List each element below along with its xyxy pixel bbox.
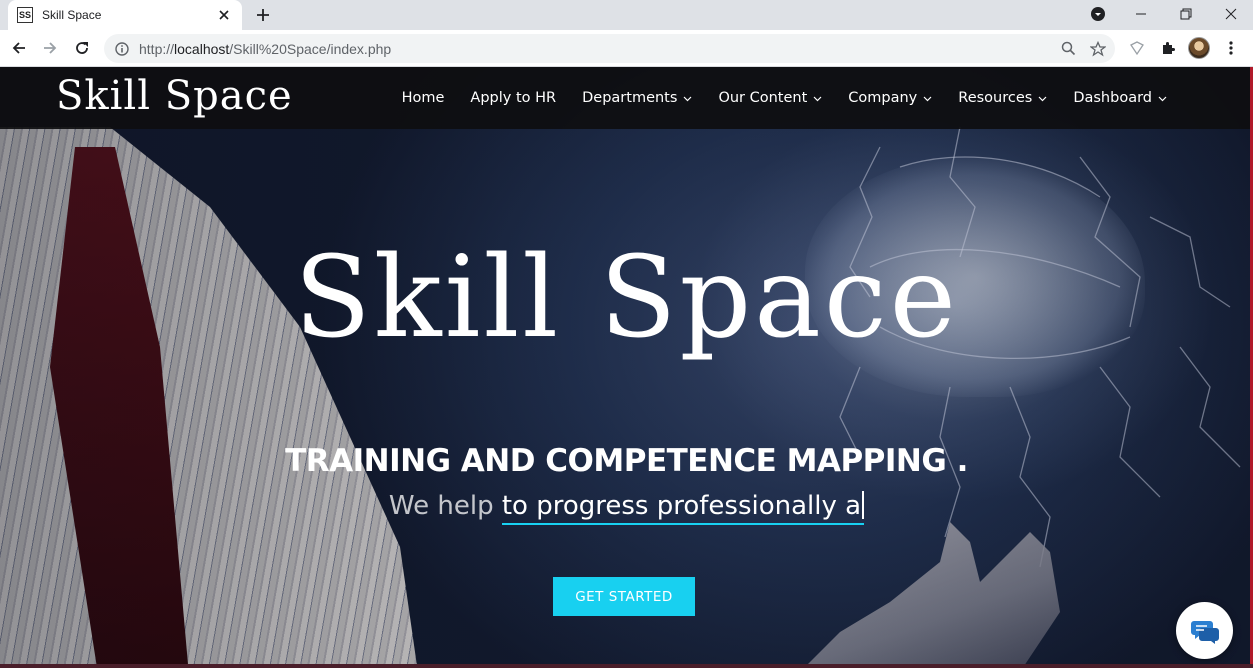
page-bottom-edge <box>0 664 1253 668</box>
info-icon[interactable] <box>114 41 130 57</box>
url-host: localhost <box>174 40 230 57</box>
close-tab-icon[interactable] <box>212 3 236 27</box>
nav-item-dashboard[interactable]: Dashboard <box>1073 90 1167 106</box>
close-window-icon[interactable] <box>1208 0 1253 28</box>
nav-item-apply-to-hr[interactable]: Apply to HR <box>470 90 556 106</box>
browser-toolbar: http://localhost/Skill%20Space/index.php <box>0 30 1253 67</box>
hero-tagline: TRAINING AND COMPETENCE MAPPING . <box>285 443 968 479</box>
url-prefix: http:// <box>139 40 175 57</box>
browser-tab-strip: SS Skill Space <box>0 0 1253 30</box>
site-navbar: Skill Space Home Apply to HR Departments… <box>0 67 1253 129</box>
nav-item-company[interactable]: Company <box>848 90 932 106</box>
nav-item-label: Our Content <box>718 90 808 106</box>
url-path: /Skill%20Space/index.php <box>229 40 392 57</box>
chevron-down-icon <box>813 94 822 103</box>
address-bar[interactable]: http://localhost/Skill%20Space/index.php <box>104 34 1115 63</box>
site-logo[interactable]: Skill Space <box>56 73 293 119</box>
more-menu-icon[interactable] <box>1218 35 1244 61</box>
typed-text: to progress professionally a <box>501 491 862 521</box>
nav-item-label: Company <box>848 90 918 106</box>
reload-icon[interactable] <box>69 35 95 61</box>
subline-static-text: We help <box>388 491 502 521</box>
profile-menu-icon[interactable] <box>1075 0 1120 28</box>
bookmark-star-icon[interactable] <box>1085 36 1111 62</box>
back-arrow-icon[interactable] <box>6 35 32 61</box>
chevron-down-icon <box>683 94 692 103</box>
minimize-icon[interactable] <box>1118 0 1163 28</box>
nav-item-label: Dashboard <box>1073 90 1152 106</box>
forward-arrow-icon[interactable] <box>37 35 63 61</box>
chat-bubble-icon[interactable] <box>1176 602 1233 659</box>
nav-item-departments[interactable]: Departments <box>582 90 692 106</box>
chevron-down-icon <box>923 94 932 103</box>
hero-title: Skill Space <box>294 233 959 363</box>
zoom-icon[interactable] <box>1055 36 1081 62</box>
typing-cursor <box>862 491 865 519</box>
nav-item-label: Apply to HR <box>470 90 557 106</box>
nav-item-label: Departments <box>582 90 678 106</box>
new-tab-icon[interactable] <box>250 3 276 27</box>
extensions-puzzle-icon[interactable] <box>1155 35 1181 61</box>
chevron-down-icon <box>1158 94 1167 103</box>
nav-item-label: Resources <box>958 90 1033 106</box>
url-text[interactable]: http://localhost/Skill%20Space/index.php <box>139 41 1055 57</box>
extension-shield-icon[interactable] <box>1124 35 1150 61</box>
main-menu: Home Apply to HR Departments Our Content… <box>402 67 1167 129</box>
page-viewport: Skill Space Home Apply to HR Departments… <box>0 67 1253 668</box>
site-favicon: SS <box>17 7 33 23</box>
profile-avatar[interactable] <box>1188 37 1210 59</box>
nav-item-our-content[interactable]: Our Content <box>718 90 822 106</box>
nav-item-label: Home <box>401 90 445 106</box>
restore-icon[interactable] <box>1163 0 1208 28</box>
hero-subline: We help to progress professionally a <box>0 491 1253 525</box>
nav-item-resources[interactable]: Resources <box>958 90 1047 106</box>
nav-item-home[interactable]: Home <box>402 90 445 106</box>
tab-title: Skill Space <box>42 8 102 22</box>
subline-typed-text: to progress professionally a <box>501 491 865 525</box>
chevron-down-icon <box>1038 94 1047 103</box>
browser-tab[interactable]: SS Skill Space <box>8 0 242 30</box>
get-started-button[interactable]: GET STARTED <box>553 577 695 616</box>
